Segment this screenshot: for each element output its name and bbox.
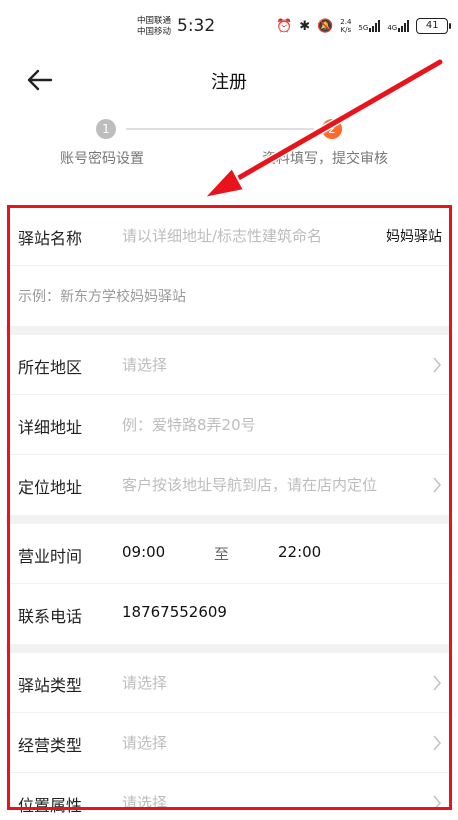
speed-unit: K/s [340,26,352,34]
registration-form: 驿站名称 请以详细地址/标志性建筑命名 妈妈驿站 示例：新东方学校妈妈驿站 所在… [6,206,452,820]
hours-row[interactable]: 营业时间 09:00 至 22:00 [6,524,452,584]
phone-row[interactable]: 联系电话 18767552609 [6,584,452,644]
bluetooth-icon: ✱ [299,18,311,34]
phone-label: 联系电话 [18,607,83,626]
region-row[interactable]: 所在地区 请选择 [6,335,452,395]
app-header: 注册 [0,52,458,108]
step-1-indicator: 1 [96,119,116,139]
region-label: 所在地区 [18,358,83,377]
location-select[interactable]: 客户按该地址导航到店，请在店内定位 [122,474,377,495]
section-divider [6,644,452,653]
mute-icon: 🔕 [317,18,334,34]
address-row[interactable]: 详细地址 例：爱特路8弄20号 [6,395,452,455]
station-type-row[interactable]: 驿站类型 请选择 [6,653,452,713]
system-icons: ⏰ ✱ 🔕 2.4 K/s 5G 4G 41 [276,18,452,34]
station-name-input[interactable]: 请以详细地址/标志性建筑命名 [122,225,322,246]
example-row: 示例：新东方学校妈妈驿站 [6,266,452,326]
carrier-info: 中国联通 中国移动 [137,16,171,38]
location-attr-label: 位置属性 [18,796,83,815]
page-title: 注册 [211,72,247,93]
step-2-label: 资料填写，提交审核 [262,151,388,167]
battery-icon: 41 [416,18,452,34]
station-name-label: 驿站名称 [18,229,83,248]
station-type-label: 驿站类型 [18,676,83,695]
location-label: 定位地址 [18,478,83,497]
station-name-suffix: 妈妈驿站 [386,229,442,245]
location-attr-select[interactable]: 请选择 [122,792,167,813]
network-speed: 2.4 K/s [340,18,351,34]
hours-start-input[interactable]: 09:00 [122,543,165,561]
chevron-right-icon [433,675,442,691]
chevron-right-icon [433,477,442,493]
business-type-label: 经营类型 [18,736,83,755]
signal-5g-icon: 5G [358,20,381,32]
address-input[interactable]: 例：爱特路8弄20号 [122,414,256,435]
section-divider [6,326,452,335]
address-label: 详细地址 [18,418,83,437]
chevron-right-icon [433,357,442,373]
station-name-row[interactable]: 驿站名称 请以详细地址/标志性建筑命名 妈妈驿站 [6,206,452,266]
status-bar: 中国联通 中国移动 5:32 ⏰ ✱ 🔕 2.4 K/s 5G 4G 41 [0,0,458,52]
alarm-icon: ⏰ [276,18,293,34]
business-type-select[interactable]: 请选择 [122,732,167,753]
signal-4g-icon: 4G [387,20,410,32]
location-row[interactable]: 定位地址 客户按该地址导航到店，请在店内定位 [6,455,452,515]
hours-label: 营业时间 [18,547,83,566]
hours-separator: 至 [214,545,230,563]
step-2-indicator: 2 [322,119,342,139]
speed-value: 2.4 [340,18,352,26]
hours-end-input[interactable]: 22:00 [278,543,321,561]
business-type-row[interactable]: 经营类型 请选择 [6,713,452,773]
phone-input[interactable]: 18767552609 [122,603,227,621]
location-attr-row[interactable]: 位置属性 请选择 [6,773,452,820]
carrier-line-2: 中国移动 [137,27,172,37]
station-type-select[interactable]: 请选择 [122,672,167,693]
progress-stepper: 1 2 账号密码设置 资料填写，提交审核 [0,108,458,198]
step-connector [126,128,314,130]
net-5g-label: 5G [358,24,369,32]
carrier-line-1: 中国联通 [137,16,172,26]
chevron-right-icon [433,795,442,811]
section-divider [6,515,452,524]
chevron-right-icon [433,735,442,751]
step-1-label: 账号密码设置 [60,151,144,167]
region-select[interactable]: 请选择 [122,354,167,375]
station-name-example: 示例：新东方学校妈妈驿站 [18,289,186,305]
status-time: 5:32 [177,16,216,36]
net-4g-label: 4G [387,24,398,32]
